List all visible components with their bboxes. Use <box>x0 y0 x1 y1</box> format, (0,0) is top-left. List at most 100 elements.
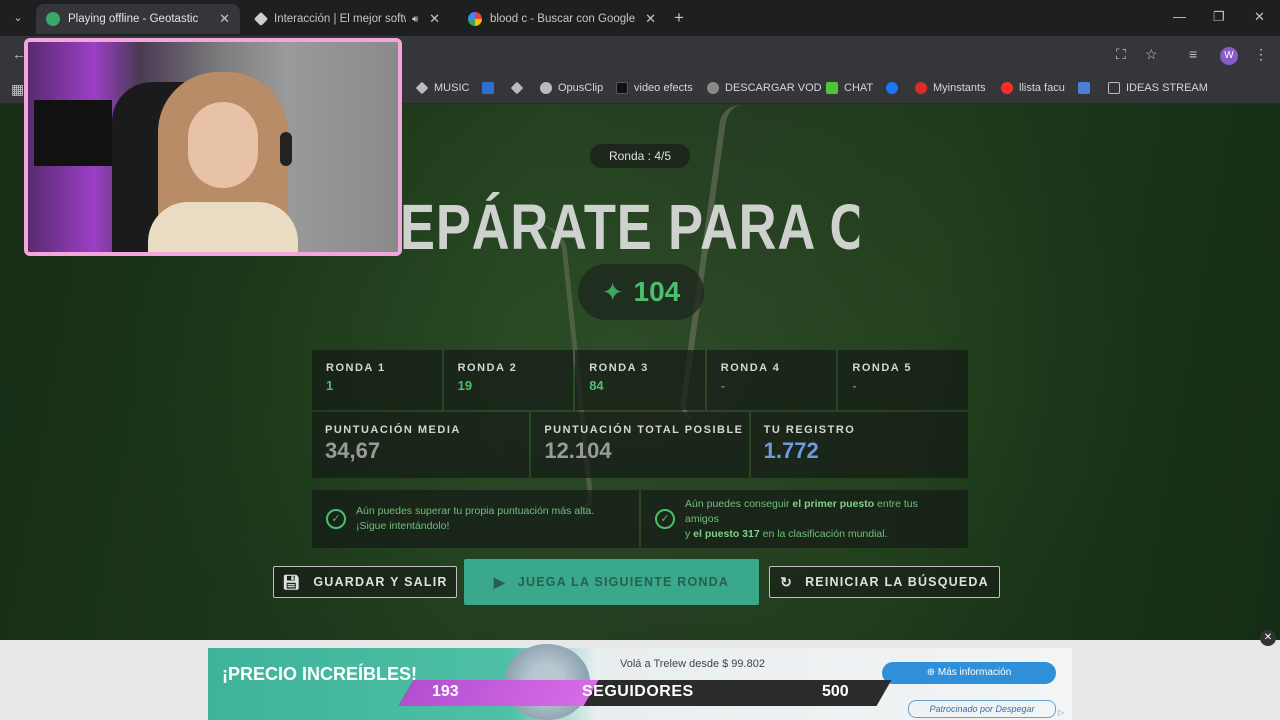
bookmark-label: CHAT <box>844 82 874 94</box>
stat-value: 1.772 <box>763 438 819 463</box>
round-value: 84 <box>589 378 604 393</box>
stat-label: PUNTUACIÓN TOTAL POSIBLE <box>544 424 744 436</box>
translate-icon[interactable]: ⛶ <box>1116 46 1126 63</box>
round-value: - <box>720 378 726 393</box>
personal-record-cell: TU REGISTRO 1.772 <box>750 412 968 478</box>
info-line: ¡Sigue intentándolo! <box>356 520 450 532</box>
webcam-overlay <box>24 38 402 256</box>
bookmark-video-efects[interactable]: video efects <box>616 82 693 94</box>
bookmark-star-icon[interactable]: ☆ <box>1145 46 1158 63</box>
speaker-icon[interactable]: 🔊︎ <box>412 14 418 25</box>
tab-interaccion[interactable]: Interacción | El mejor softwa 🔊︎ ✕ <box>246 4 450 34</box>
bookmark-blue-square[interactable] <box>482 82 500 94</box>
round-indicator: Ronda : 4/5 <box>590 144 690 168</box>
ad-close-icon[interactable]: ✕ <box>1260 630 1276 646</box>
follower-bar-fill <box>398 680 599 706</box>
bookmark-descargar-vod[interactable]: DESCARGAR VOD <box>707 82 822 94</box>
bookmark-label: llista facu <box>1019 82 1065 94</box>
info-highlight: el primer puesto <box>792 497 875 510</box>
streamer <box>148 72 298 252</box>
bookmark-diamond[interactable] <box>510 81 529 95</box>
new-tab-plus-icon[interactable]: + <box>674 8 684 28</box>
webcam-monitor <box>34 100 112 166</box>
opusclip-icon <box>540 82 552 94</box>
tab-google-search[interactable]: blood c - Buscar con Google ✕ <box>458 4 666 34</box>
bookmark-chat[interactable]: CHAT <box>826 82 873 94</box>
info-message: ✓ Aún puedes conseguir el primer puesto … <box>641 490 968 548</box>
average-score-cell: PUNTUACIÓN MEDIA 34,67 <box>312 412 530 478</box>
close-tab-icon[interactable]: ✕ <box>219 11 230 27</box>
bookmark-label: MUSIC <box>434 82 470 94</box>
kick-icon <box>826 82 838 94</box>
bookmark-myinstants[interactable]: Myinstants <box>915 82 986 94</box>
button-label: GUARDAR Y SALIR <box>313 575 448 589</box>
bookmark-docs[interactable] <box>1078 82 1096 94</box>
bookmark-llista-facu[interactable]: llista facu <box>1001 82 1065 94</box>
interaccion-favicon-icon <box>253 11 269 27</box>
window-close-icon[interactable]: ✕ <box>1254 9 1265 25</box>
button-label: JUEGA LA SIGUIENTE RONDA <box>517 575 730 589</box>
minimize-icon[interactable]: — <box>1173 9 1186 24</box>
bookmark-label: OpusClip <box>558 82 604 94</box>
restore-icon[interactable]: ❐ <box>1213 9 1225 25</box>
info-messages: ✓ Aún puedes superar tu propia puntuació… <box>312 490 968 548</box>
facebook-icon <box>886 82 898 94</box>
video-efects-icon <box>616 82 628 94</box>
headset-icon <box>280 132 292 166</box>
tab-strip: ⌄ Playing offline - Geotastic ✕ Interacc… <box>0 0 1280 36</box>
info-line: Aún puedes conseguir el primer puesto en… <box>685 497 954 527</box>
info-line: y el puesto 317 en la clasificación mund… <box>685 527 954 542</box>
save-floppy-icon: 💾︎ <box>282 573 302 590</box>
bookmark-label: Myinstants <box>933 82 986 94</box>
download-icon <box>707 82 719 94</box>
bookmark-folder-ideas-stream[interactable]: IDEAS STREAM <box>1108 82 1208 94</box>
myinstants-icon <box>915 82 927 94</box>
button-label: REINICIAR LA BÚSQUEDA <box>805 575 989 589</box>
bookmark-music[interactable]: MUSIC <box>415 81 470 95</box>
tab-title: blood c - Buscar con Google <box>490 13 636 25</box>
stat-label: TU REGISTRO <box>763 424 856 436</box>
page-title: EPÁRATE PARA CAZAR <box>400 191 859 263</box>
round-cell: RONDA 2 19 <box>443 350 574 410</box>
restart-search-button[interactable]: ↻ REINICIAR LA BÚSQUEDA <box>769 566 1000 598</box>
round-label: RONDA 4 <box>720 362 781 374</box>
info-fragment: y <box>685 527 694 540</box>
info-fragment: en la clasificación mundial. <box>759 527 888 540</box>
media-queue-icon[interactable]: ≡ <box>1189 46 1197 62</box>
close-tab-icon[interactable]: ✕ <box>429 11 440 27</box>
diamond-icon <box>510 81 524 95</box>
bookmark-opusclip[interactable]: OpusClip <box>540 82 603 94</box>
ad-headline: ¡PRECIO INCREÍBLES! <box>222 664 418 684</box>
next-round-button[interactable]: ▶ JUEGA LA SIGUIENTE RONDA <box>464 559 759 605</box>
profile-avatar[interactable]: W <box>1220 47 1238 65</box>
geotastic-favicon-icon <box>46 12 60 26</box>
stat-value: 12.104 <box>544 438 612 463</box>
score-value: 104 <box>633 276 681 307</box>
check-circle-icon: ✓ <box>655 509 675 529</box>
ad-sponsor-label[interactable]: Patrocinado por Despegar <box>908 700 1056 718</box>
bookmark-label: DESCARGAR VOD <box>725 82 822 94</box>
check-circle-icon: ✓ <box>326 509 346 529</box>
save-and-exit-button[interactable]: 💾︎ GUARDAR Y SALIR <box>273 566 457 598</box>
ad-choices-icon[interactable]: ▷ <box>1058 708 1064 717</box>
google-favicon-icon <box>468 12 482 26</box>
round-label: RONDA 1 <box>326 362 386 374</box>
google-docs-icon <box>1078 82 1090 94</box>
follower-current: 193 <box>432 683 459 700</box>
sparkle-star-icon: ✦ <box>601 276 624 307</box>
tab-title: Playing offline - Geotastic <box>68 13 199 25</box>
stat-label: PUNTUACIÓN MEDIA <box>325 424 461 436</box>
follower-goal-bar: 193 SEGUIDORES 500 <box>398 680 892 706</box>
apps-grid-icon[interactable]: ▦ <box>11 81 24 98</box>
tab-search-chevron-icon[interactable]: ⌄ <box>8 8 28 28</box>
round-value: 19 <box>457 378 473 393</box>
close-tab-icon[interactable]: ✕ <box>645 11 656 27</box>
menu-kebab-icon[interactable]: ⋮ <box>1254 46 1268 63</box>
ad-more-info-button[interactable]: ⊕ Más información <box>882 662 1056 684</box>
bookmark-label: video efects <box>634 82 693 94</box>
round-value: - <box>852 378 857 393</box>
round-cell: RONDA 3 84 <box>575 350 705 410</box>
score-stats: PUNTUACIÓN MEDIA 34,67 PUNTUACIÓN TOTAL … <box>312 412 968 478</box>
tab-geotastic[interactable]: Playing offline - Geotastic ✕ <box>36 4 240 34</box>
bookmark-facebook[interactable] <box>886 82 904 94</box>
